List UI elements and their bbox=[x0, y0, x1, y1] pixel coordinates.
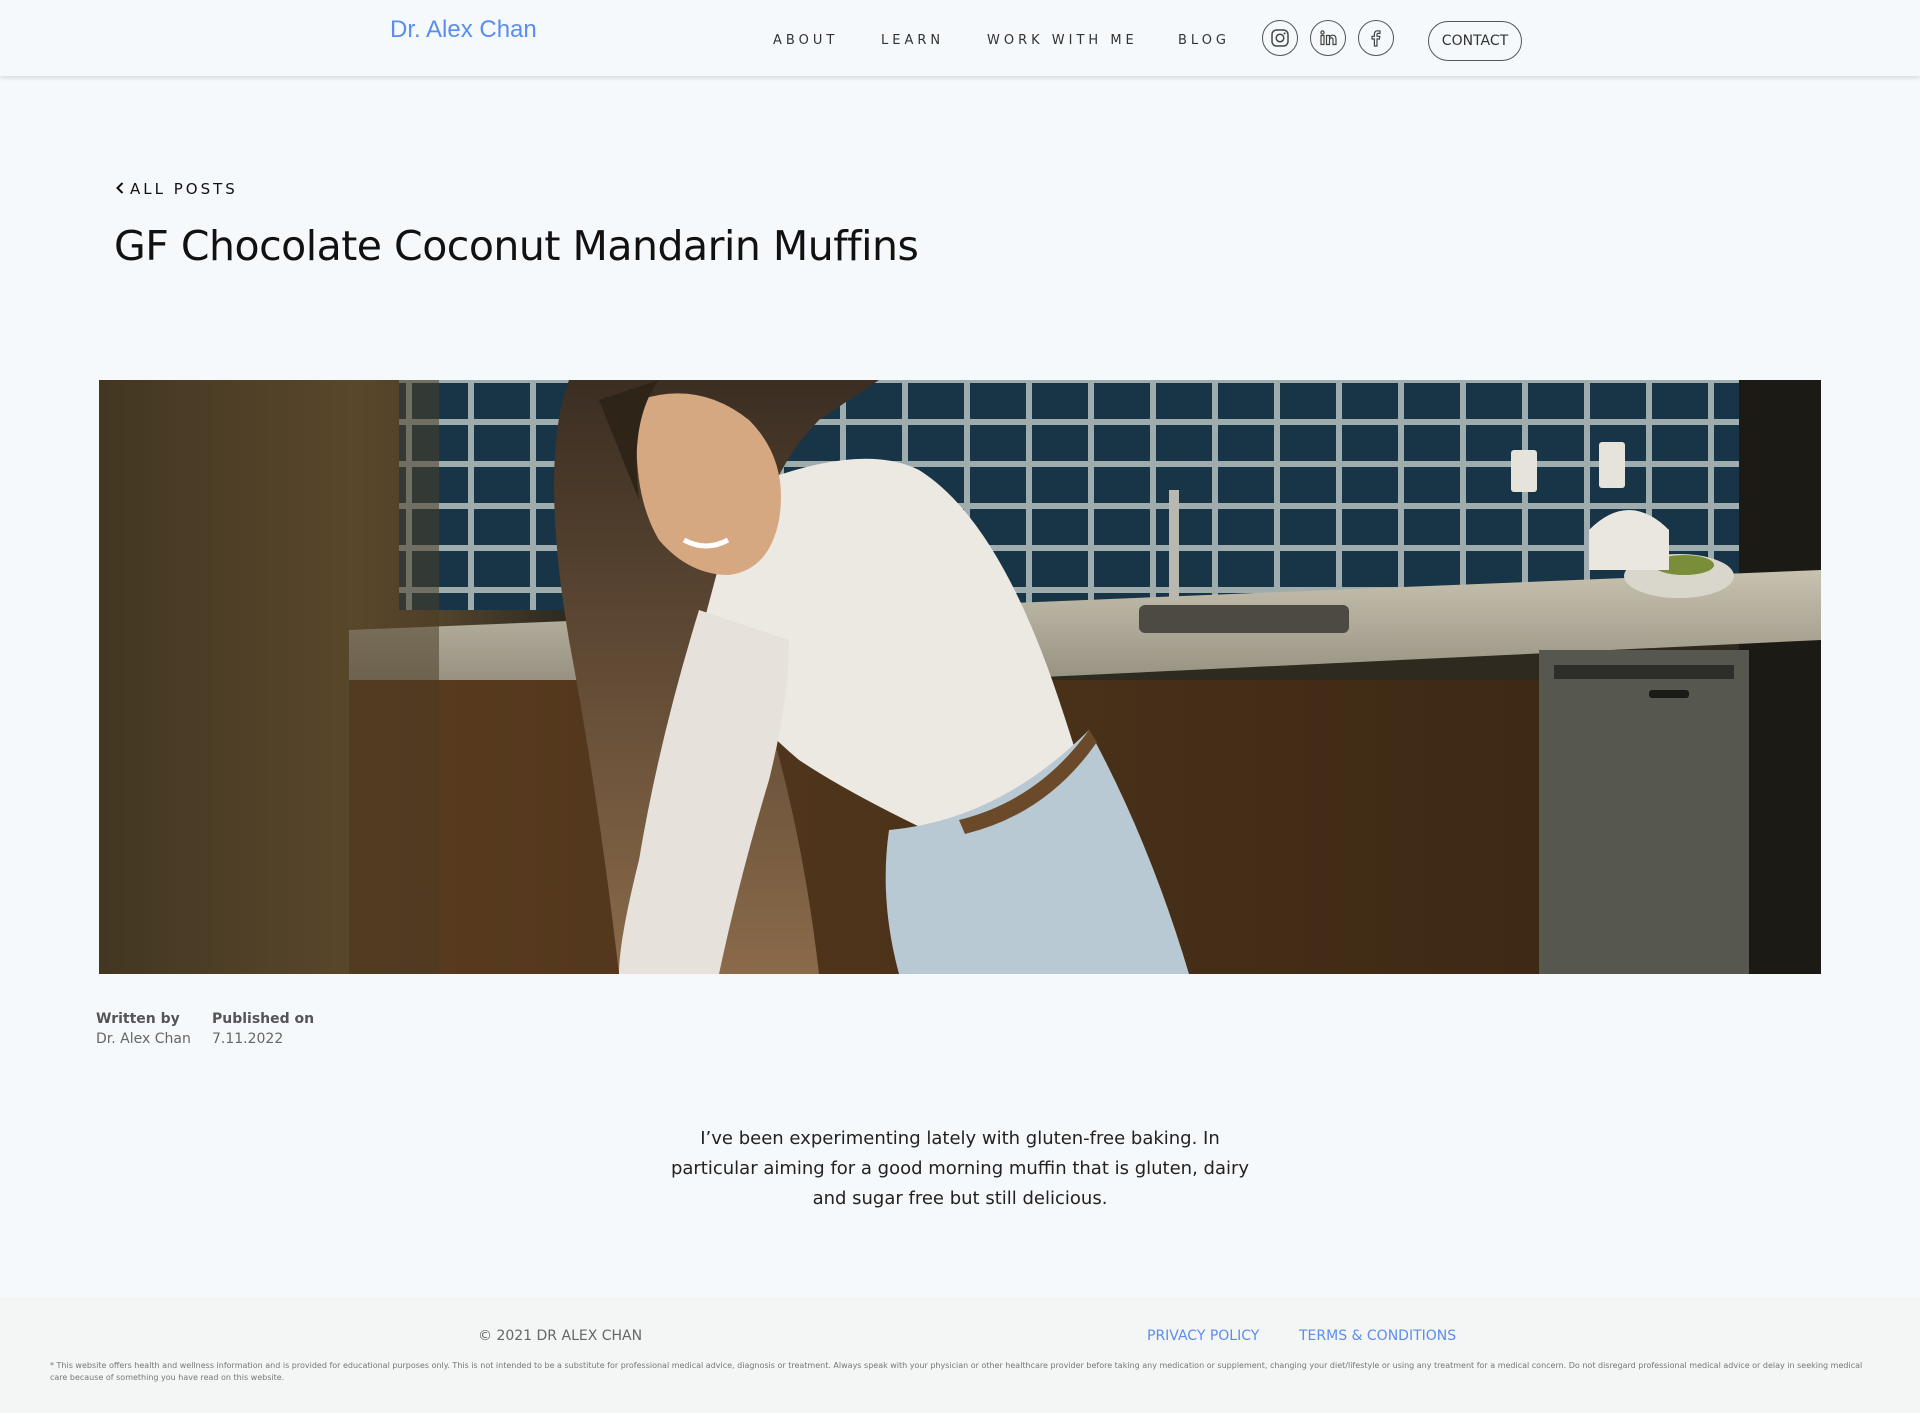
facebook-icon[interactable] bbox=[1358, 20, 1394, 56]
publish-meta: Published on 7.11.2022 bbox=[212, 1009, 314, 1049]
medical-disclaimer: * This website offers health and wellnes… bbox=[50, 1361, 1863, 1382]
chevron-left-icon bbox=[116, 180, 124, 198]
privacy-policy-link[interactable]: PRIVACY POLICY bbox=[1147, 1328, 1259, 1344]
nav-about[interactable]: ABOUT bbox=[773, 33, 838, 48]
all-posts-link[interactable]: ALL POSTS bbox=[116, 180, 238, 198]
publish-date: 7.11.2022 bbox=[212, 1031, 284, 1047]
nav-learn[interactable]: LEARN bbox=[881, 33, 944, 48]
site-header: Dr. Alex Chan ABOUT LEARN WORK WITH ME B… bbox=[0, 0, 1920, 76]
contact-button[interactable]: CONTACT bbox=[1428, 21, 1522, 61]
copyright-text: © 2021 DR ALEX CHAN bbox=[478, 1328, 643, 1344]
nav-work-with-me[interactable]: WORK WITH ME bbox=[987, 33, 1138, 48]
author-meta: Written by Dr. Alex Chan bbox=[96, 1009, 191, 1049]
all-posts-label: ALL POSTS bbox=[130, 180, 238, 198]
linkedin-icon[interactable] bbox=[1310, 20, 1346, 56]
author-name: Dr. Alex Chan bbox=[96, 1031, 191, 1047]
nav-blog[interactable]: BLOG bbox=[1178, 33, 1230, 48]
instagram-icon[interactable] bbox=[1262, 20, 1298, 56]
post-intro: I’ve been experimenting lately with glut… bbox=[670, 1128, 1250, 1209]
terms-conditions-link[interactable]: TERMS & CONDITIONS bbox=[1299, 1328, 1456, 1344]
written-by-label: Written by bbox=[96, 1011, 180, 1027]
post-title: GF Chocolate Coconut Mandarin Muffins bbox=[114, 222, 919, 270]
brand-logo-link[interactable]: Dr. Alex Chan bbox=[390, 16, 537, 44]
hero-image bbox=[99, 380, 1821, 974]
published-on-label: Published on bbox=[212, 1011, 315, 1027]
site-footer: © 2021 DR ALEX CHAN PRIVACY POLICY TERMS… bbox=[0, 1297, 1920, 1413]
